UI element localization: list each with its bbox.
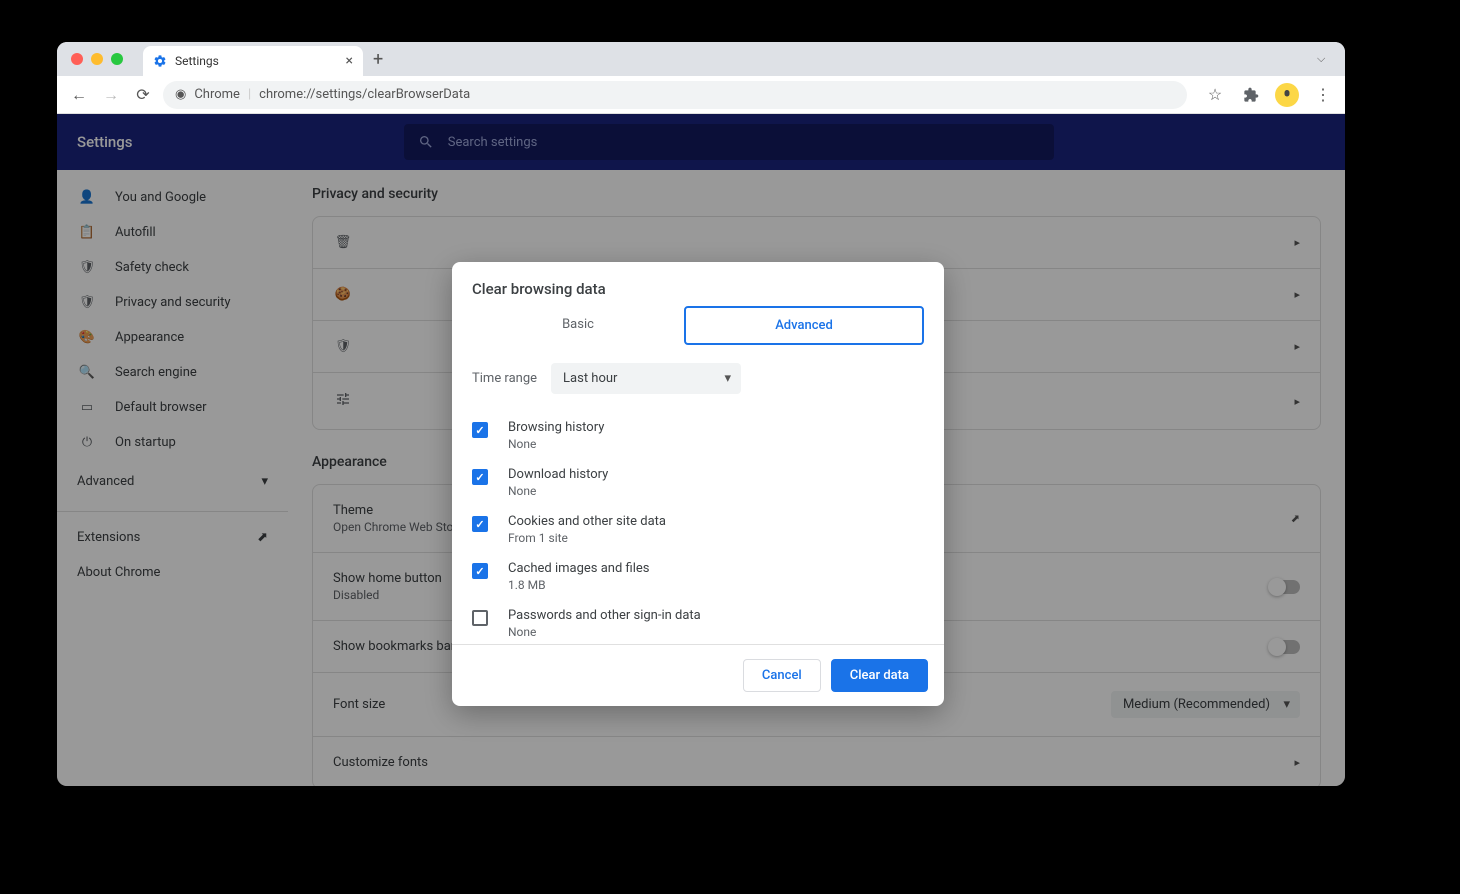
time-range-select[interactable]: Last hour [551,363,741,394]
maximize-window[interactable] [111,53,123,65]
close-window[interactable] [71,53,83,65]
tab-advanced[interactable]: Advanced [684,306,924,345]
menu-button[interactable]: ⋮ [1311,83,1335,107]
bookmark-star-icon[interactable]: ☆ [1203,83,1227,107]
dialog-footer: Cancel Clear data [452,644,944,706]
tab-title: Settings [175,54,219,68]
profile-button[interactable] [1275,83,1299,107]
address-bar[interactable]: ◉ Chrome | chrome://settings/clearBrowse… [163,81,1187,109]
cancel-button[interactable]: Cancel [743,659,821,692]
tab-close-icon[interactable]: × [346,53,353,69]
content-area: Settings 👤You and Google 📋Autofill 🛡Safe… [57,114,1345,786]
toolbar: ← → ⟳ ◉ Chrome | chrome://settings/clear… [57,76,1345,114]
check-passwords[interactable]: Passwords and other sign-in dataNone [472,600,924,644]
settings-icon [153,54,167,68]
browser-window: Settings × + ⌵ ← → ⟳ ◉ Chrome | chrome:/… [57,42,1345,786]
time-range-label: Time range [472,371,537,386]
browser-tab[interactable]: Settings × [143,46,363,76]
checkbox-list: Browsing historyNone Download historyNon… [452,412,944,644]
new-tab-button[interactable]: + [373,49,383,70]
checkbox[interactable] [472,563,488,579]
window-controls [71,53,123,65]
chrome-label: Chrome [194,87,240,102]
tabs-dropdown-icon[interactable]: ⌵ [1317,52,1331,66]
chrome-icon: ◉ [175,87,186,102]
checkbox[interactable] [472,422,488,438]
check-cached[interactable]: Cached images and files1.8 MB [472,553,924,600]
back-button[interactable]: ← [67,83,91,107]
forward-button[interactable]: → [99,83,123,107]
checkbox[interactable] [472,516,488,532]
dialog-title: Clear browsing data [452,262,944,306]
url-text: chrome://settings/clearBrowserData [259,87,470,102]
minimize-window[interactable] [91,53,103,65]
clear-browsing-data-dialog: Clear browsing data Basic Advanced Time … [452,262,944,706]
dialog-tabs: Basic Advanced [452,306,944,345]
time-range-row: Time range Last hour [452,345,944,412]
check-download-history[interactable]: Download historyNone [472,459,924,506]
check-browsing-history[interactable]: Browsing historyNone [472,412,924,459]
tab-basic[interactable]: Basic [472,306,684,345]
tabs-bar: Settings × + ⌵ [57,42,1345,76]
clear-data-button[interactable]: Clear data [831,659,928,692]
reload-button[interactable]: ⟳ [131,83,155,107]
check-cookies[interactable]: Cookies and other site dataFrom 1 site [472,506,924,553]
extensions-icon[interactable] [1239,83,1263,107]
checkbox[interactable] [472,469,488,485]
checkbox[interactable] [472,610,488,626]
